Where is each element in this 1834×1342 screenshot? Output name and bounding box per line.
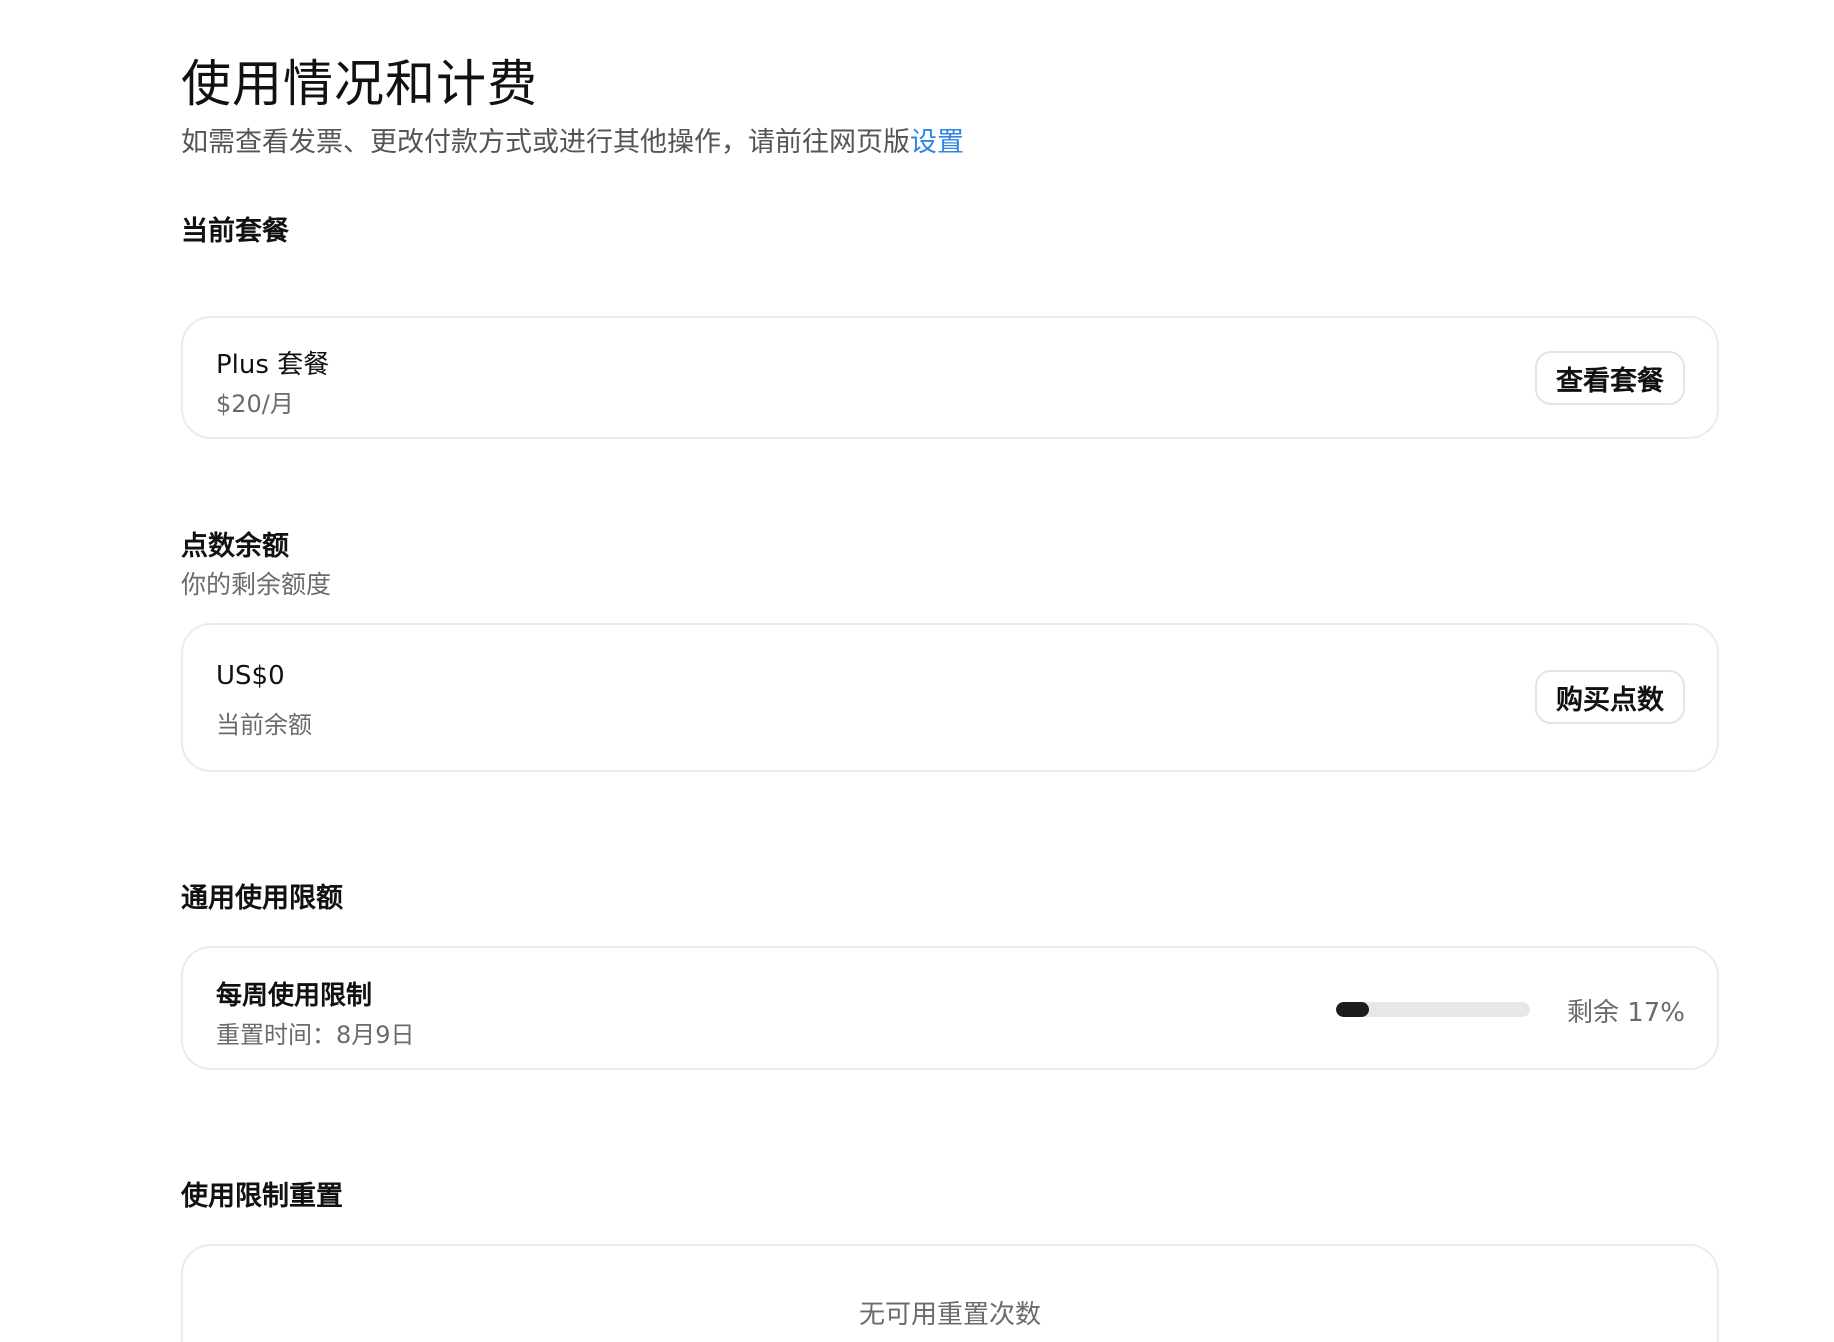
- page-title: 使用情况和计费: [181, 55, 538, 113]
- settings-link[interactable]: 设置: [910, 127, 964, 158]
- usage-limits-heading: 通用使用限额: [181, 883, 343, 914]
- credit-balance-subheading: 你的剩余额度: [181, 570, 332, 599]
- buy-credits-button[interactable]: 购买点数: [1535, 670, 1685, 724]
- weekly-limit-reset-time: 重置时间：8月9日: [216, 1021, 415, 1049]
- credit-balance-card: US$0 当前余额 购买点数: [181, 623, 1719, 772]
- remaining-percent-label: 剩余 17%: [1566, 998, 1685, 1028]
- page-subtitle-text: 如需查看发票、更改付款方式或进行其他操作，请前往网页版: [181, 127, 910, 158]
- credit-balance-heading: 点数余额: [181, 531, 289, 562]
- balance-amount: US$0: [216, 661, 285, 691]
- no-resets-text: 无可用重置次数: [858, 1300, 1041, 1330]
- plan-price: $20/月: [216, 390, 294, 418]
- usage-progress-fill: [1336, 1002, 1369, 1017]
- limit-reset-heading: 使用限制重置: [181, 1181, 343, 1212]
- usage-billing-page: 使用情况和计费 如需查看发票、更改付款方式或进行其他操作，请前往网页版设置 当前…: [0, 0, 1834, 1342]
- page-subtitle: 如需查看发票、更改付款方式或进行其他操作，请前往网页版设置: [181, 120, 964, 159]
- balance-label: 当前余额: [216, 711, 312, 739]
- plan-name: Plus 套餐: [216, 350, 330, 380]
- weekly-limit-name: 每周使用限制: [216, 981, 373, 1011]
- current-plan-heading: 当前套餐: [181, 216, 289, 247]
- limit-reset-card: 无可用重置次数: [181, 1244, 1719, 1342]
- view-plans-button[interactable]: 查看套餐: [1535, 351, 1685, 405]
- weekly-limit-card: 每周使用限制 重置时间：8月9日 剩余 17%: [181, 946, 1719, 1070]
- current-plan-card: Plus 套餐 $20/月 查看套餐: [181, 316, 1719, 439]
- usage-progress-bar: [1336, 1002, 1530, 1017]
